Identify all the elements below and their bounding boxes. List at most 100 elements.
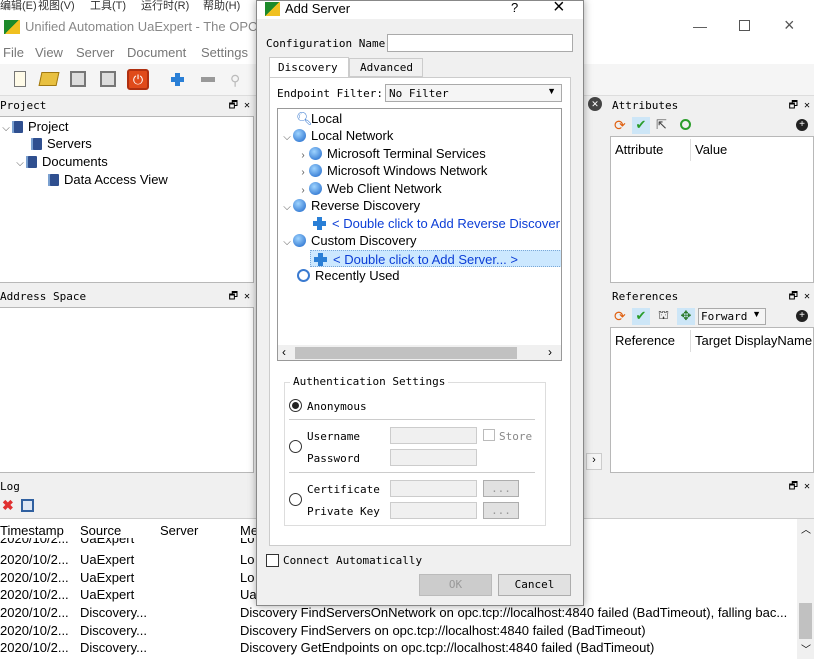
menu-server[interactable]: Server (76, 45, 114, 60)
expand-icon[interactable]: › (297, 164, 309, 181)
menu-file[interactable]: File (3, 45, 24, 60)
check-icon[interactable]: ✔ (632, 308, 650, 325)
save-log-icon[interactable] (21, 499, 34, 512)
log-col-timestamp[interactable]: Timestamp (0, 523, 64, 538)
configuration-name-input[interactable] (387, 34, 573, 52)
panel-float-close-icon[interactable]: 🗗 ✕ (789, 97, 810, 115)
tree-item-custom-discovery[interactable]: ⌵ Custom Discovery (281, 232, 416, 249)
panel-float-close-icon[interactable]: 🗗 ✕ (789, 288, 810, 306)
attributes-col-value[interactable]: Value (695, 142, 727, 157)
tree-item-ms-windows-network[interactable]: › Microsoft Windows Network (297, 162, 487, 179)
scroll-up-arrow-icon[interactable]: ︿ (801, 521, 811, 536)
sysmenu-item[interactable]: 帮助(H) (203, 0, 240, 12)
references-col-reference[interactable]: Reference (615, 333, 675, 348)
collapse-icon[interactable]: ⌵ (14, 155, 26, 172)
add-circle-icon[interactable]: + (796, 310, 808, 322)
scroll-right-arrow-icon[interactable]: › (586, 453, 602, 470)
tree-item-data-access-view[interactable]: Data Access View (48, 171, 168, 188)
new-document-icon[interactable] (14, 71, 26, 87)
tree-item-ms-terminal[interactable]: › Microsoft Terminal Services (297, 145, 485, 162)
scroll-down-arrow-icon[interactable]: ﹀ (801, 641, 811, 656)
save-icon[interactable] (70, 71, 86, 87)
browse-certificate-button[interactable]: ... (483, 480, 519, 497)
references-col-target[interactable]: Target DisplayName (695, 333, 812, 348)
panel-float-close-icon[interactable]: 🗗 ✕ (229, 97, 250, 115)
folder-icon (12, 121, 23, 133)
username-radio[interactable] (289, 440, 302, 453)
clear-log-icon[interactable]: ✖ (2, 497, 14, 514)
direction-select[interactable]: Forward ▼ (698, 308, 766, 325)
menu-settings[interactable]: Settings (201, 45, 248, 60)
collapse-icon[interactable]: ⌵ (281, 199, 293, 216)
nodes-icon[interactable]: ✥ (677, 308, 695, 325)
private-key-field[interactable] (390, 502, 477, 519)
add-circle-icon[interactable]: + (796, 119, 808, 131)
panel-float-close-icon[interactable]: 🗗 ✕ (789, 478, 810, 496)
hierarchy-icon[interactable]: ⛫ (658, 308, 669, 324)
help-icon[interactable]: ? (511, 0, 518, 15)
collapse-icon[interactable]: ⌵ (281, 129, 293, 146)
save-as-icon[interactable] (100, 71, 116, 87)
tree-item-documents[interactable]: ⌵ Documents (14, 153, 108, 170)
store-checkbox[interactable] (483, 429, 495, 441)
password-field[interactable] (390, 449, 477, 466)
menu-document[interactable]: Document (127, 45, 186, 60)
open-folder-icon[interactable] (38, 72, 60, 86)
table-row[interactable]: 2020/10/2... Discovery... Discovery GetE… (0, 639, 796, 657)
ok-button[interactable]: OK (419, 574, 492, 596)
menu-view[interactable]: View (35, 45, 63, 60)
anonymous-radio[interactable] (289, 399, 302, 412)
username-field[interactable] (390, 427, 477, 444)
table-row[interactable]: 2020/10/2... Discovery... Discovery Find… (0, 622, 796, 640)
scroll-thumb[interactable] (295, 347, 517, 359)
add-server-icon[interactable] (171, 72, 190, 87)
scroll-right-arrow-icon[interactable]: › (548, 345, 552, 359)
log-col-server[interactable]: Server (160, 523, 198, 538)
browse-private-key-button[interactable]: ... (483, 502, 519, 519)
connect-icon[interactable]: ⚲ (230, 72, 240, 89)
tree-item-reverse-discovery[interactable]: ⌵ Reverse Discovery (281, 197, 420, 214)
tab-advanced[interactable]: Advanced (349, 58, 423, 77)
scroll-left-arrow-icon[interactable]: ‹ (282, 345, 286, 359)
sysmenu-item[interactable]: 编辑(E) (0, 0, 37, 12)
tab-discovery[interactable]: Discovery (269, 57, 349, 78)
panel-float-close-icon[interactable]: 🗗 ✕ (229, 288, 250, 306)
minimize-icon[interactable]: — (693, 18, 707, 34)
tree-item-servers[interactable]: Servers (31, 135, 92, 152)
tree-hscrollbar[interactable]: ‹ › (278, 345, 561, 360)
tree-item-project[interactable]: ⌵ Project (0, 118, 68, 135)
attributes-col-attribute[interactable]: Attribute (615, 142, 663, 157)
sysmenu-item[interactable]: 视图(V) (38, 0, 75, 12)
refresh-icon[interactable]: ⟳ (614, 117, 626, 134)
cursor-icon[interactable]: ⇱ (656, 117, 667, 133)
uaexpert-logo-icon (265, 2, 280, 16)
collapse-icon[interactable]: ⌵ (281, 234, 293, 251)
tree-item-add-reverse[interactable]: < Double click to Add Reverse Discover (313, 215, 560, 232)
sysmenu-item[interactable]: 工具(T) (90, 0, 126, 12)
collapse-icon[interactable]: ⌵ (0, 120, 12, 137)
power-icon[interactable]: ⏻ (127, 69, 149, 90)
tree-item-recently-used[interactable]: Recently Used (297, 267, 400, 284)
refresh-icon[interactable]: ⟳ (614, 308, 626, 325)
tree-item-web-client-network[interactable]: › Web Client Network (297, 180, 441, 197)
scroll-thumb[interactable] (799, 603, 812, 639)
table-row[interactable]: 2020/10/2... Discovery... Discovery Find… (0, 604, 796, 622)
tree-item-local-network[interactable]: ⌵ Local Network (281, 127, 393, 144)
certificate-field[interactable] (390, 480, 477, 497)
close-icon[interactable]: × (784, 15, 795, 36)
log-col-source[interactable]: Source (80, 523, 121, 538)
tree-item-add-server[interactable]: < Double click to Add Server... > (310, 250, 561, 267)
cancel-button[interactable]: Cancel (498, 574, 571, 596)
endpoint-filter-select[interactable]: No Filter ▼ (385, 84, 562, 102)
certificate-radio[interactable] (289, 493, 302, 506)
tree-item-local[interactable]: 🔍︎Local (296, 110, 342, 127)
radio-target-icon[interactable] (680, 119, 691, 130)
sysmenu-item[interactable]: 运行时(R) (141, 0, 189, 12)
check-icon[interactable]: ✔ (632, 117, 650, 134)
close-icon[interactable]: × (553, 0, 565, 19)
maximize-icon[interactable] (739, 20, 750, 31)
remove-server-icon[interactable] (201, 77, 215, 82)
clear-circle-icon[interactable]: ✕ (588, 97, 602, 111)
log-scrollbar[interactable]: ︿ ﹀ (797, 519, 814, 659)
connect-automatically-checkbox[interactable] (266, 554, 279, 567)
